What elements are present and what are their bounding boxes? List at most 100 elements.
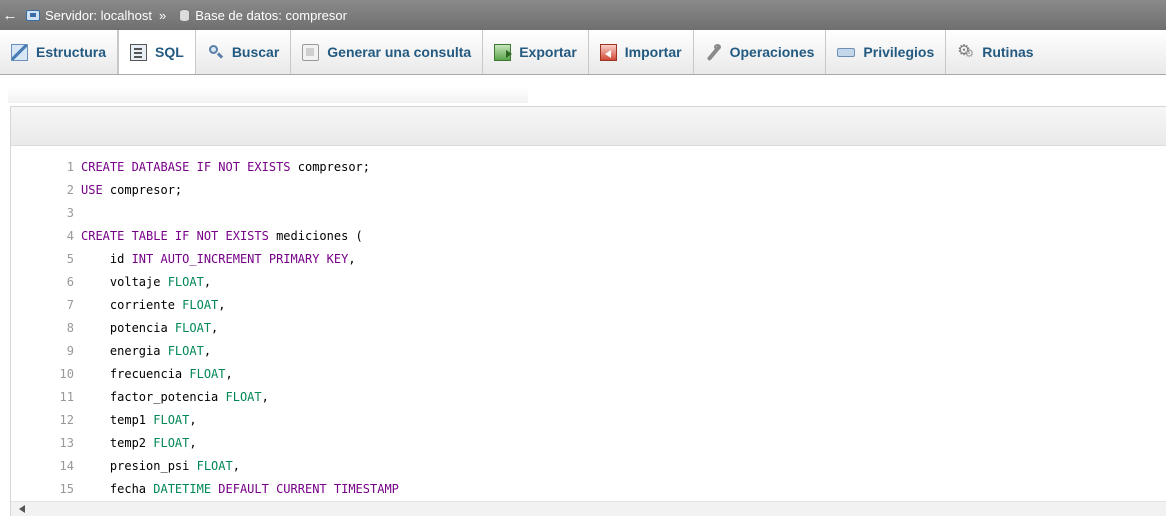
sql-identifier: mediciones ( [268,228,363,243]
code-line[interactable]: 14 presion_psi FLOAT, [11,454,1166,477]
breadcrumb-server-label[interactable]: Servidor: localhost [45,8,152,23]
tab-sql[interactable]: SQL [118,30,196,74]
code-text[interactable]: frecuencia FLOAT, [81,367,233,381]
code-text[interactable]: fecha DATETIME DEFAULT CURRENT_TIMESTAMP [81,482,399,494]
code-line[interactable]: 15 fecha DATETIME DEFAULT CURRENT_TIMEST… [11,477,1166,494]
code-text[interactable]: energia FLOAT, [81,344,211,358]
sql-type: FLOAT [196,458,233,473]
code-line[interactable]: 7 corriente FLOAT, [11,293,1166,316]
sql-keyword: USE [81,182,103,197]
code-text[interactable]: presion_psi FLOAT, [81,459,240,473]
query-icon [302,43,320,61]
tab-privilegios[interactable]: Privilegios [826,30,947,74]
server-icon [26,9,40,21]
tab-bar: Estructura SQL Buscar Generar una consul… [0,30,1166,75]
code-line[interactable]: 13 temp2 FLOAT, [11,431,1166,454]
sql-type: DATETIME [153,481,212,494]
sql-identifier: energia [81,343,168,358]
sql-identifier: , [189,435,197,450]
breadcrumb-database[interactable]: Base de datos: compresor [173,8,347,23]
sql-keyword: DEFAULT CURRENT_TIMESTAMP [211,481,399,494]
tab-generar-consulta-label[interactable]: Generar una consulta [327,44,471,60]
tab-generar-consulta[interactable]: Generar una consulta [291,30,484,74]
sql-identifier: presion_psi [81,458,197,473]
sql-identifier: , [203,343,212,358]
search-icon [207,44,224,61]
sql-identifier: , [189,412,197,427]
line-number: 13 [59,435,74,450]
sql-type: FLOAT [167,343,204,358]
breadcrumb-separator: » [158,7,167,23]
code-text[interactable]: id INT AUTO_INCREMENT PRIMARY KEY, [81,252,356,266]
tab-importar[interactable]: Importar [589,30,694,74]
code-line[interactable]: 3 [11,201,1166,224]
sql-identifier: potencia [81,320,175,335]
tab-rutinas-label[interactable]: Rutinas [982,44,1033,60]
horizontal-scrollbar[interactable] [11,501,1166,516]
sql-identifier: id [81,251,132,266]
tab-buscar-label[interactable]: Buscar [232,44,279,60]
sql-identifier: , [203,274,212,289]
line-number: 12 [59,412,74,427]
code-text[interactable]: CREATE TABLE IF NOT EXISTS mediciones ( [81,229,363,243]
line-number: 1 [66,159,74,174]
tab-exportar[interactable]: Exportar [483,30,589,74]
line-number: 11 [59,389,74,404]
code-line[interactable]: 5 id INT AUTO_INCREMENT PRIMARY KEY, [11,247,1166,270]
code-line[interactable]: 10 frecuencia FLOAT, [11,362,1166,385]
tab-privilegios-label[interactable]: Privilegios [863,44,934,60]
code-line[interactable]: 4 CREATE TABLE IF NOT EXISTS mediciones ( [11,224,1166,247]
tab-operaciones-label[interactable]: Operaciones [730,44,815,60]
code-line[interactable]: 2 USE compresor; [11,178,1166,201]
line-number: 3 [66,205,74,220]
sql-type: FLOAT [174,320,212,335]
code-text[interactable]: CREATE DATABASE IF NOT EXISTS compresor; [81,160,370,174]
code-text[interactable]: voltaje FLOAT, [81,275,211,289]
tab-rutinas[interactable]: Rutinas [946,30,1044,74]
panel-header [11,107,1166,146]
code-line[interactable]: 6 voltaje FLOAT, [11,270,1166,293]
code-text[interactable]: temp2 FLOAT, [81,436,197,450]
code-line[interactable]: 9 energia FLOAT, [11,339,1166,362]
line-number: 15 [59,481,74,494]
sql-identifier: compresor; [290,159,370,174]
scroll-left-icon[interactable] [19,505,25,513]
code-text[interactable]: temp1 FLOAT, [81,413,197,427]
sql-identifier: compresor; [102,182,183,197]
breadcrumb-database-label[interactable]: Base de datos: compresor [195,8,347,23]
code-line[interactable]: 8 potencia FLOAT, [11,316,1166,339]
tab-buscar[interactable]: Buscar [196,30,292,74]
line-number: 14 [59,458,74,473]
code-text[interactable]: corriente FLOAT, [81,298,226,312]
code-line[interactable]: 12 temp1 FLOAT, [11,408,1166,431]
wrench-icon [705,43,722,61]
back-arrow-icon[interactable]: ← [0,7,20,24]
code-text[interactable]: potencia FLOAT, [81,321,218,335]
line-number: 10 [59,366,74,381]
export-icon [494,43,513,61]
sql-type: FLOAT [167,274,204,289]
breadcrumb-server[interactable]: Servidor: localhost [20,8,152,23]
line-number: 7 [66,297,74,312]
tab-operaciones[interactable]: Operaciones [694,30,827,74]
message-strip [8,87,528,103]
sql-icon [130,43,148,61]
sql-identifier: , [218,297,226,312]
code-line[interactable]: 1 CREATE DATABASE IF NOT EXISTS compresor… [11,155,1166,178]
code-text[interactable]: factor_potencia FLOAT, [81,390,269,404]
sql-type: FLOAT [153,435,190,450]
tab-importar-label[interactable]: Importar [625,44,682,60]
tab-sql-label[interactable]: SQL [155,44,184,60]
line-number: 9 [66,343,74,358]
sql-type: FLOAT [189,366,226,381]
line-number: 2 [66,182,74,197]
tab-estructura[interactable]: Estructura [0,30,119,74]
tab-exportar-label[interactable]: Exportar [519,44,577,60]
code-line[interactable]: 11 factor_potencia FLOAT, [11,385,1166,408]
code-text[interactable]: USE compresor; [81,183,182,197]
sql-identifier: corriente [81,297,183,312]
line-number: 4 [66,228,74,243]
sql-query-panel: 1 CREATE DATABASE IF NOT EXISTS compresor… [10,106,1166,516]
sql-editor[interactable]: 1 CREATE DATABASE IF NOT EXISTS compresor… [11,155,1166,494]
tab-estructura-label[interactable]: Estructura [36,44,106,60]
